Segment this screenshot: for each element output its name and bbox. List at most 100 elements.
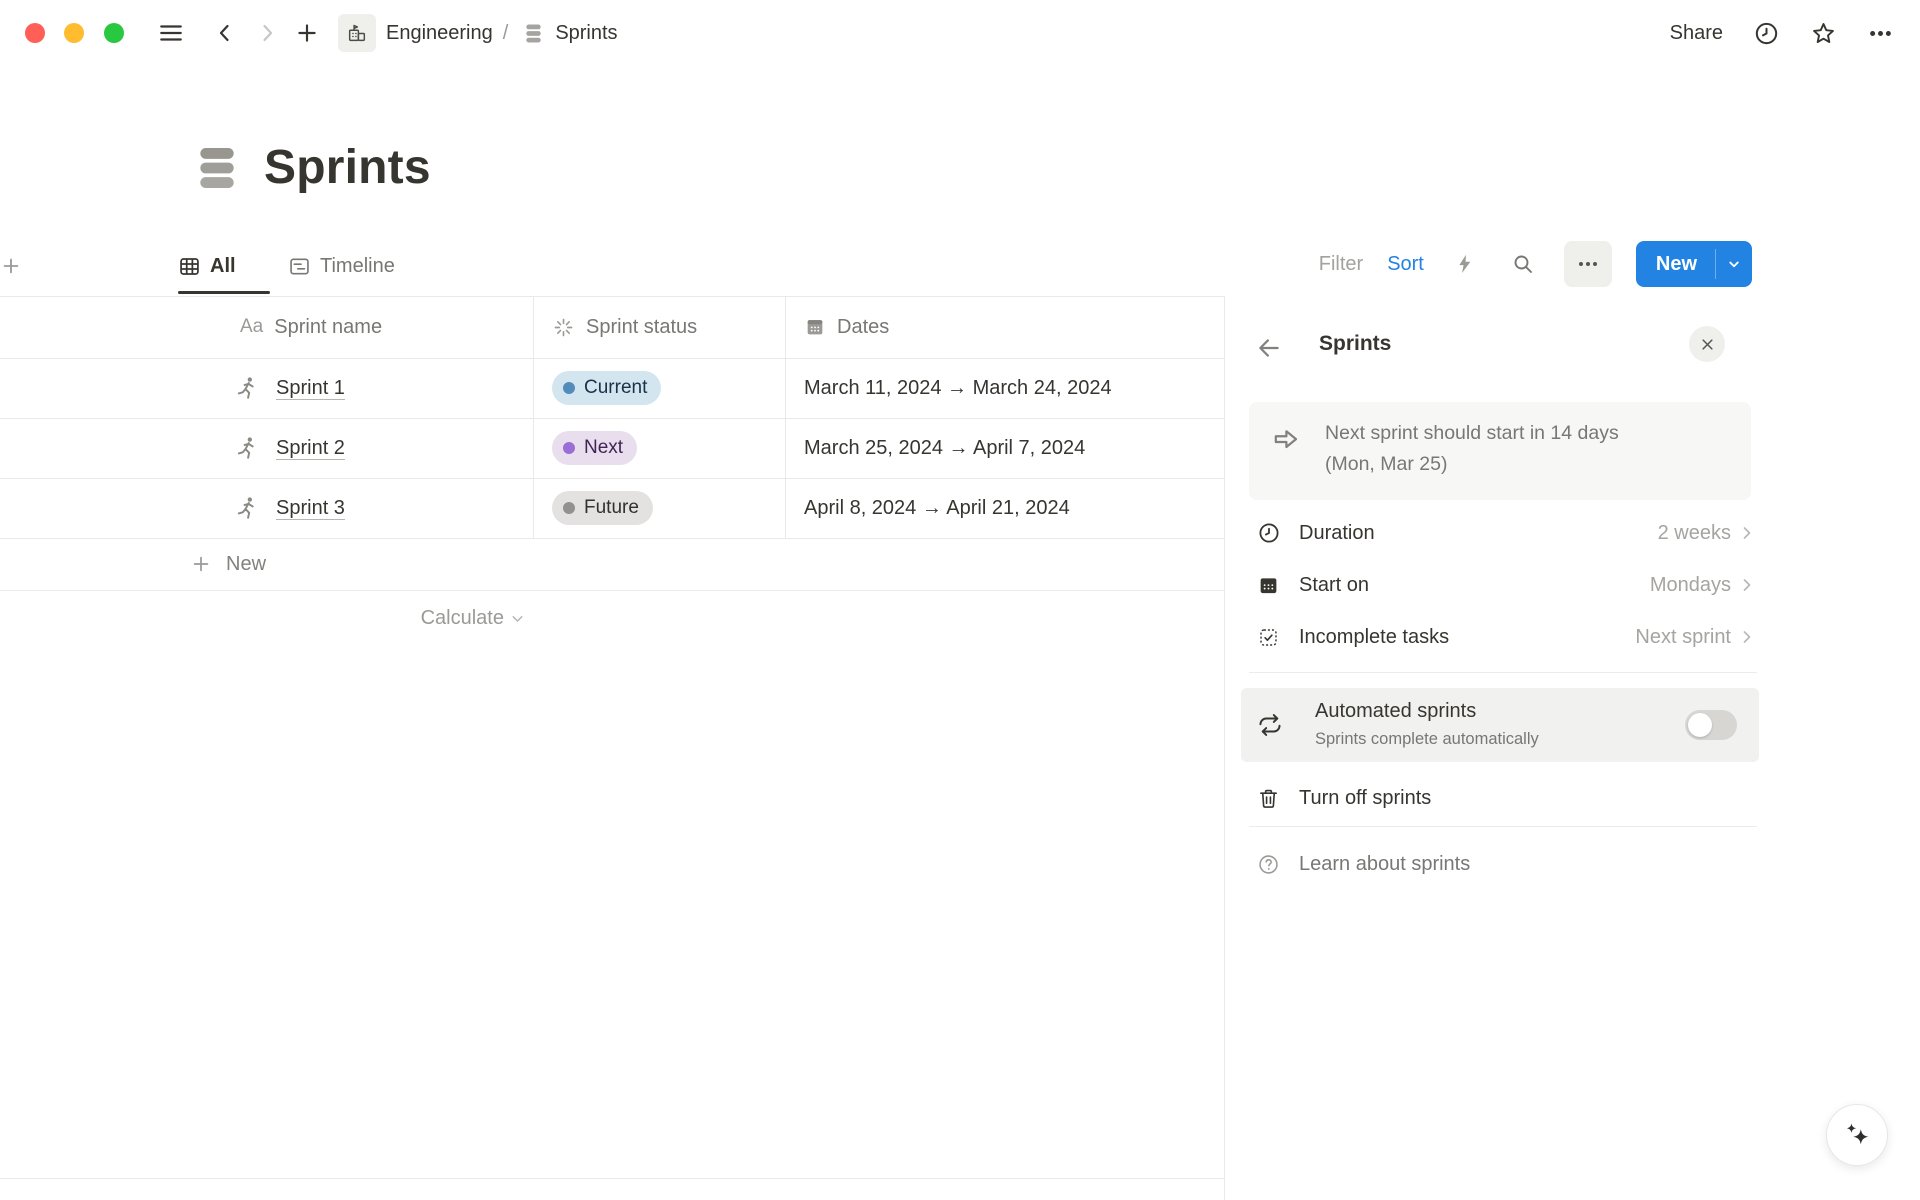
breadcrumb-workspace[interactable]: Engineering [386,22,493,45]
new-button-chevron-down-icon[interactable] [1716,241,1752,287]
close-icon[interactable] [1689,326,1725,362]
page-title-text[interactable]: Sprints [264,140,431,195]
tab-all[interactable]: All [178,238,236,294]
sprint-settings-panel: Sprints Next sprint should start in 14 d… [1224,296,1920,1200]
page-database-icon [192,143,242,193]
search-icon[interactable] [1506,247,1540,281]
status-dot-icon [563,382,575,394]
panel-title: Sprints [1319,332,1391,356]
learn-about-sprints-link[interactable]: Learn about sprints [1249,838,1757,890]
column-header-sprint-status[interactable]: Sprint status [552,296,697,358]
trash-icon [1257,787,1281,810]
turn-off-label: Turn off sprints [1299,787,1431,810]
setting-label: Start on [1299,574,1369,597]
column-label: Sprint status [586,316,697,339]
date-range-cell[interactable]: March 25, 2024 → April 7, 2024 [804,418,1085,478]
sprint-name-link[interactable]: Sprint 2 [276,418,345,478]
checkbox-icon [1257,626,1281,649]
ai-sparkle-button[interactable] [1826,1104,1888,1166]
automated-sprints-toggle[interactable] [1685,710,1737,740]
automations-bolt-icon[interactable] [1448,247,1482,281]
sprint-name-link[interactable]: Sprint 1 [276,358,345,418]
tab-timeline[interactable]: Timeline [288,238,395,294]
text-property-icon: Aa [240,316,263,338]
toggle-knob [1688,713,1712,737]
sprint-name-link[interactable]: Sprint 3 [276,478,345,538]
column-header-dates[interactable]: Dates [804,296,889,358]
setting-row-incomplete-tasks[interactable]: Incomplete tasks Next sprint [1249,611,1757,663]
next-sprint-notice: Next sprint should start in 14 days (Mon… [1249,402,1751,500]
notice-text: Next sprint should start in 14 days (Mon… [1325,418,1669,480]
setting-row-start-on[interactable]: Start on Mondays [1249,559,1757,611]
workspace-building-icon[interactable] [338,14,376,52]
setting-row-duration[interactable]: Duration 2 weeks [1249,507,1757,559]
minimize-window-button[interactable] [64,23,84,43]
arrow-right-outline-icon [1271,424,1304,457]
column-label: Dates [837,316,889,339]
date-range-cell[interactable]: April 8, 2024 → April 21, 2024 [804,478,1070,538]
setting-label: Incomplete tasks [1299,626,1449,649]
grid-line [0,590,1224,591]
calendar-icon [1257,574,1281,597]
forward-icon[interactable] [254,20,280,46]
content-bottom-divider [0,1178,1224,1179]
tab-all-label: All [210,255,236,278]
clock-history-icon[interactable] [1753,20,1780,47]
new-page-icon[interactable] [294,20,320,46]
chevron-right-icon [1737,575,1757,595]
learn-label: Learn about sprints [1299,853,1470,876]
new-row-button[interactable]: New [0,538,1224,590]
setting-label: Duration [1299,522,1375,545]
calculate-label: Calculate [421,607,504,630]
status-property-icon [552,316,575,339]
breadcrumb-separator: / [503,22,509,45]
sort-button[interactable]: Sort [1387,253,1424,276]
sprint-runner-icon [234,435,260,461]
chevron-down-icon [509,610,526,627]
status-label: Future [584,497,639,519]
back-icon[interactable] [212,20,238,46]
setting-value: 2 weeks [1658,522,1731,545]
automated-sprints-row[interactable]: Automated sprints Sprints complete autom… [1241,688,1759,762]
favorite-star-icon[interactable] [1810,20,1837,47]
status-label: Current [584,377,647,399]
date-range-cell[interactable]: March 11, 2024 → March 24, 2024 [804,358,1112,418]
filter-button[interactable]: Filter [1319,253,1363,276]
table-row[interactable]: Sprint 2 Next March 25, 2024 → April 7, … [0,418,1224,478]
setting-value: Mondays [1650,574,1731,597]
sprint-runner-icon [234,375,260,401]
close-window-button[interactable] [25,23,45,43]
status-pill[interactable]: Current [552,371,661,405]
breadcrumb-page[interactable]: Sprints [555,22,617,45]
tab-timeline-label: Timeline [320,255,395,278]
sidebar-menu-icon[interactable] [158,20,184,46]
calculate-button[interactable]: Calculate [330,590,526,646]
share-button[interactable]: Share [1670,22,1723,45]
view-settings-ellipsis-button[interactable] [1564,241,1612,287]
active-tab-underline [178,291,270,294]
timeline-view-icon [288,255,311,278]
status-label: Next [584,437,623,459]
column-header-sprint-name[interactable]: Aa Sprint name [240,296,382,358]
repeat-icon [1257,712,1283,738]
turn-off-sprints-button[interactable]: Turn off sprints [1249,772,1757,824]
date-property-icon [804,316,826,338]
table-view-icon [178,255,201,278]
new-button-label[interactable]: New [1636,241,1715,287]
back-arrow-icon[interactable] [1255,334,1283,362]
new-record-button[interactable]: New [1636,241,1752,287]
more-options-icon[interactable] [1867,20,1894,47]
new-row-label: New [226,538,266,590]
page-title: Sprints [192,140,431,195]
panel-divider [1249,826,1757,827]
table-row[interactable]: Sprint 3 Future April 8, 2024 → April 21… [0,478,1224,538]
help-circle-icon [1257,853,1281,876]
title-bar: Engineering / Sprints Share [0,0,1920,66]
status-pill[interactable]: Next [552,431,637,465]
status-pill[interactable]: Future [552,491,653,525]
zoom-window-button[interactable] [104,23,124,43]
view-toolbar: Filter Sort New [1319,238,1752,290]
table-row[interactable]: Sprint 1 Current March 11, 2024 → March … [0,358,1224,418]
sprint-runner-icon [234,495,260,521]
panel-header: Sprints [1225,316,1920,380]
